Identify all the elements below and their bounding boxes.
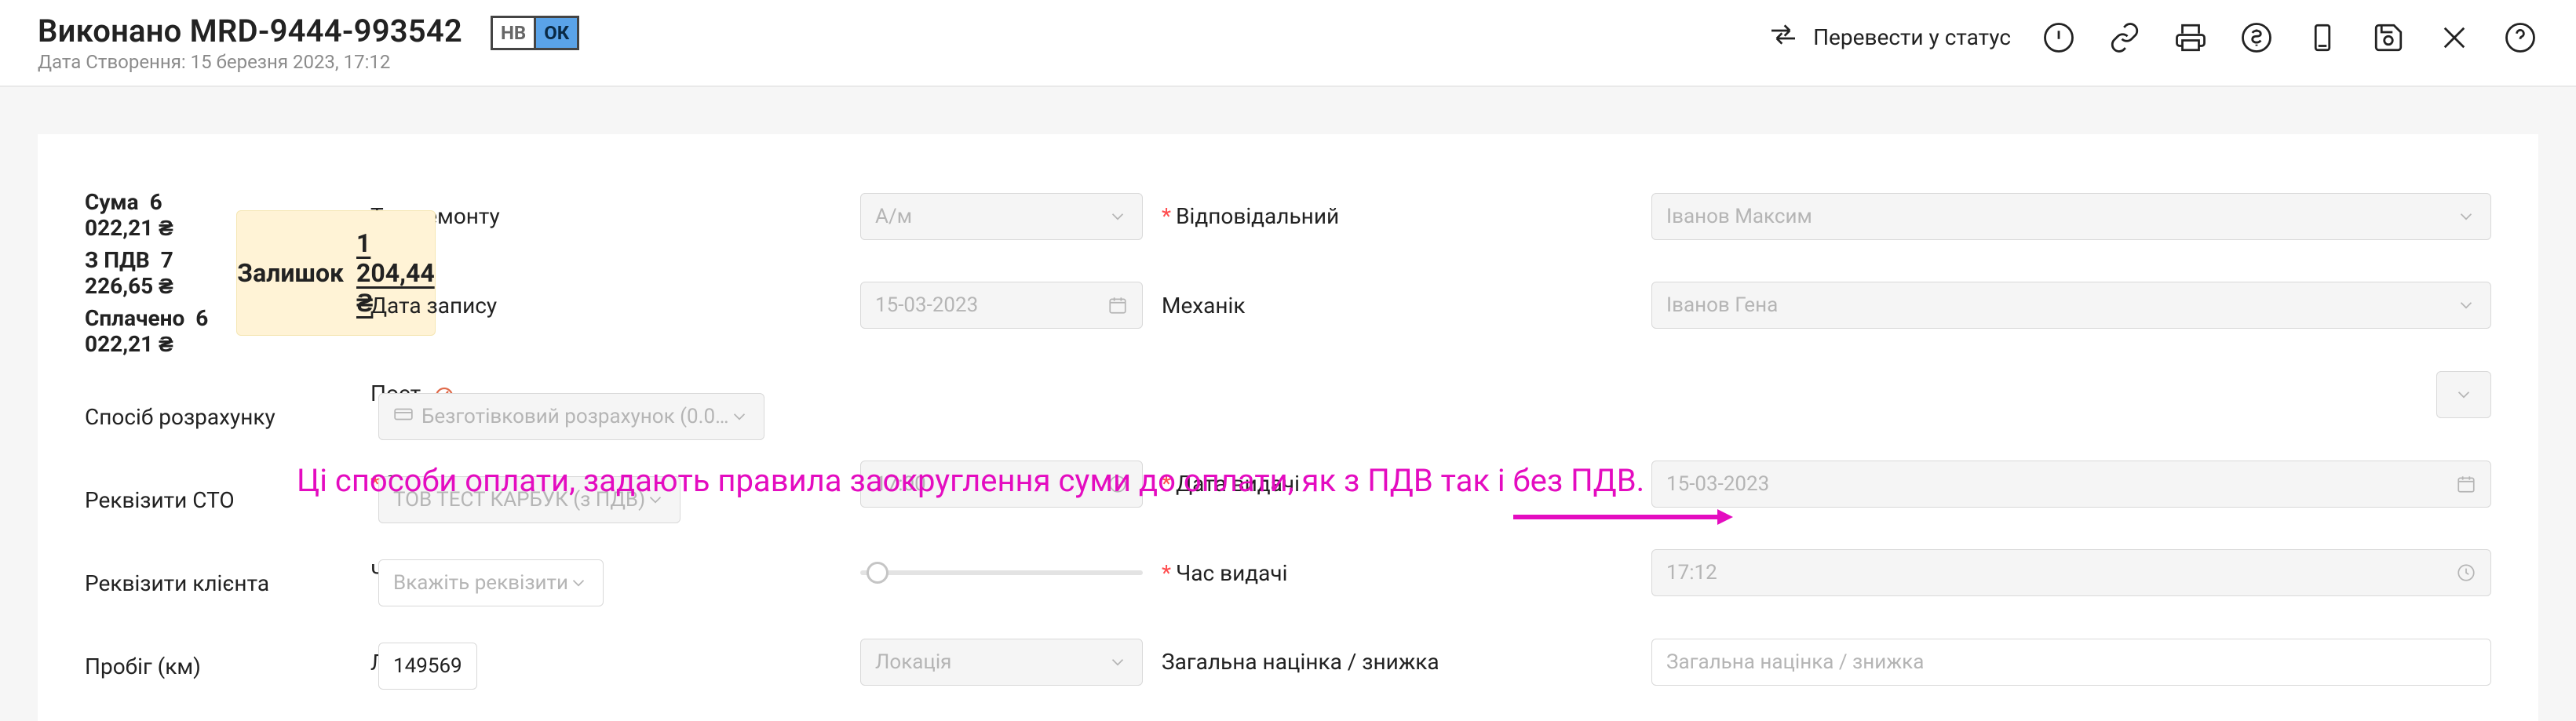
small-select[interactable] xyxy=(2436,371,2491,418)
payment-method-row: Спосіб розрахунку Безготівковий розрахун… xyxy=(85,393,352,440)
record-date-value: 15-03-2023 xyxy=(875,293,1107,317)
total-vat: З ПДВ 7 226,65 ₴ xyxy=(85,247,208,299)
header-actions: Перевести у статус xyxy=(1768,13,2538,56)
sto-requisites-label: Реквізити СТО xyxy=(85,487,359,513)
change-status-button[interactable]: Перевести у статус xyxy=(1768,19,2011,56)
repair-type-label: Тип ремонту xyxy=(370,203,841,229)
slider-thumb[interactable] xyxy=(867,562,888,584)
help-icon[interactable] xyxy=(2502,20,2538,56)
change-status-label: Перевести у статус xyxy=(1813,24,2011,50)
page-subtitle: Дата Створення: 15 березня 2023, 17:12 xyxy=(38,51,462,73)
alert-icon[interactable] xyxy=(2041,20,2077,56)
balance-label: Залишок xyxy=(237,258,344,288)
issue-date-value: 15-03-2023 xyxy=(1666,472,2456,496)
markup-label: Загальна націнка / знижка xyxy=(1162,648,1633,676)
client-requisites-placeholder: Вкажіть реквізити xyxy=(393,571,568,595)
location-placeholder: Локація xyxy=(875,650,1107,674)
responsible-label: *Відповідальний xyxy=(1162,203,1633,229)
badge-nv[interactable]: НВ xyxy=(491,16,534,50)
mileage-value: 149569 xyxy=(393,654,462,678)
client-requisites-select[interactable]: Вкажіть реквізити xyxy=(378,559,604,606)
sto-requisites-select[interactable]: ТОВ ТЕСТ КАРБУК (з ПДВ) xyxy=(378,476,680,523)
panel-wrap: Тип ремонту А/м *Відповідальний Іванов М… xyxy=(0,87,2576,721)
payment-icon[interactable] xyxy=(2238,20,2275,56)
repair-type-select[interactable]: А/м xyxy=(860,193,1143,240)
transfer-icon xyxy=(1768,19,1799,56)
issue-time-label: *Час видачі xyxy=(1162,560,1633,586)
clock-icon xyxy=(2456,563,2476,583)
record-date-input[interactable]: 15-03-2023 xyxy=(860,282,1143,329)
client-requisites-row: Реквізити клієнта Вкажіть реквізити xyxy=(85,559,352,606)
responsible-placeholder: Іванов Максим xyxy=(1666,205,2456,228)
issue-time-value: 17:12 xyxy=(1666,561,2456,584)
chevron-down-icon xyxy=(2456,295,2476,315)
badge-ok[interactable]: ОК xyxy=(534,16,579,50)
mechanic-select[interactable]: Іванов Гена xyxy=(1651,282,2491,329)
form-panel: Тип ремонту А/м *Відповідальний Іванов М… xyxy=(38,134,2538,721)
page-title: Виконано MRD-9444-993542 xyxy=(38,13,462,49)
chevron-down-icon xyxy=(568,573,589,593)
markup-placeholder: Загальна націнка / знижка xyxy=(1666,650,2476,674)
card-icon xyxy=(393,404,421,430)
slider-track xyxy=(860,570,1143,575)
sto-requisites-row: Реквізити СТО ТОВ ТЕСТ КАРБУК (з ПДВ) xyxy=(85,476,352,523)
calendar-icon xyxy=(2456,474,2476,494)
signed-time-input[interactable]: 17:00 xyxy=(860,461,1143,508)
chevron-down-icon xyxy=(1107,652,1128,672)
mechanic-label: Механік xyxy=(1162,293,1633,319)
summary-row: Сума 6 022,21 ₴ З ПДВ 7 226,65 ₴ Сплачен… xyxy=(85,189,352,357)
clock-icon xyxy=(1107,474,1128,494)
responsible-select[interactable]: Іванов Максим xyxy=(1651,193,2491,240)
chevron-down-icon xyxy=(645,490,666,510)
payment-method-label: Спосіб розрахунку xyxy=(85,404,359,430)
mileage-row: Пробіг (км) 149569 xyxy=(85,643,352,690)
markup-input[interactable]: Загальна націнка / знижка xyxy=(1651,639,2491,686)
duration-slider[interactable] xyxy=(860,570,1143,575)
mechanic-placeholder: Іванов Гена xyxy=(1666,293,2456,317)
mileage-label: Пробіг (км) xyxy=(85,654,359,679)
save-icon[interactable] xyxy=(2370,20,2406,56)
issue-date-label: *Дата видачі xyxy=(1162,471,1633,497)
issue-date-input[interactable]: 15-03-2023 xyxy=(1651,461,2491,508)
calendar-icon xyxy=(1107,295,1128,315)
chevron-down-icon xyxy=(2456,206,2476,227)
chevron-down-icon xyxy=(1107,206,1128,227)
payment-method-select[interactable]: Безготівковий розрахунок (0.0… xyxy=(378,393,764,440)
sto-requisites-value: ТОВ ТЕСТ КАРБУК (з ПДВ) xyxy=(393,488,645,512)
payment-method-value: Безготівковий розрахунок (0.0… xyxy=(421,405,729,428)
close-icon[interactable] xyxy=(2436,20,2472,56)
right-column: Сума 6 022,21 ₴ З ПДВ 7 226,65 ₴ Сплачен… xyxy=(85,189,352,690)
signed-time-value: 17:00 xyxy=(875,472,1107,496)
title-block: Виконано MRD-9444-993542 Дата Створення:… xyxy=(38,13,462,73)
issue-time-input[interactable]: 17:12 xyxy=(1651,549,2491,596)
repair-type-placeholder: А/м xyxy=(875,205,1107,228)
location-select[interactable]: Локація xyxy=(860,639,1143,686)
chevron-down-icon xyxy=(2454,384,2474,405)
print-icon[interactable] xyxy=(2173,20,2209,56)
client-requisites-label: Реквізити клієнта xyxy=(85,570,359,596)
link-icon[interactable] xyxy=(2107,20,2143,56)
totals-block: Сума 6 022,21 ₴ З ПДВ 7 226,65 ₴ Сплачен… xyxy=(85,189,208,357)
record-date-label: Дата запису xyxy=(370,293,841,319)
status-badges: НВ ОК xyxy=(491,16,579,50)
total-sum: Сума 6 022,21 ₴ xyxy=(85,189,208,241)
header-left: Виконано MRD-9444-993542 Дата Створення:… xyxy=(38,13,579,73)
mileage-input[interactable]: 149569 xyxy=(378,643,477,690)
header-bar: Виконано MRD-9444-993542 Дата Створення:… xyxy=(0,0,2576,87)
device-icon[interactable] xyxy=(2304,20,2341,56)
total-paid: Сплачено 6 022,21 ₴ xyxy=(85,305,208,357)
chevron-down-icon xyxy=(729,406,750,427)
